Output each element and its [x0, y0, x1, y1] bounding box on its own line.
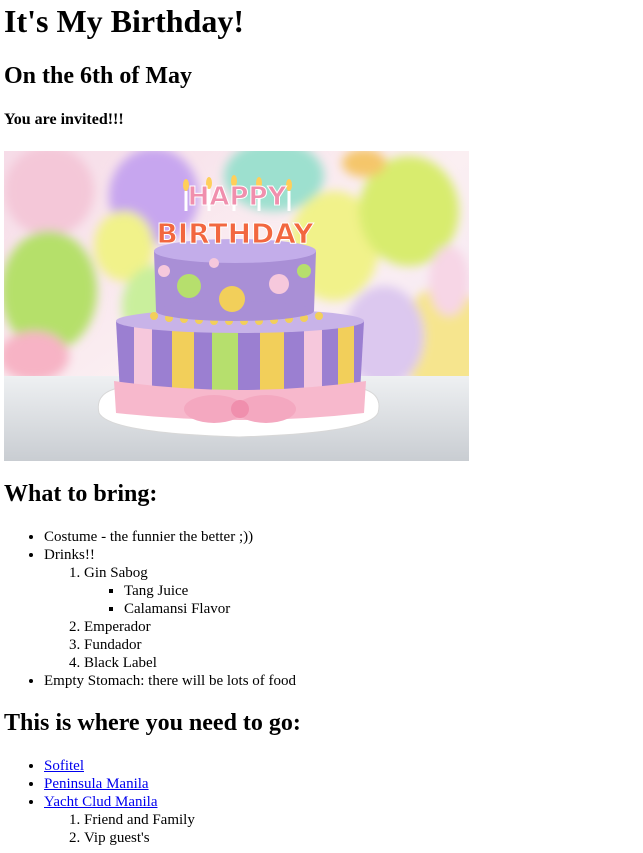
list-item: Peninsula Manila	[44, 775, 639, 793]
list-item: Costume - the funnier the better ;))	[44, 528, 639, 546]
where-to-go-heading: This is where you need to go:	[4, 710, 301, 736]
list-item: Vip guest's	[84, 829, 639, 847]
gin-mixers-list: Tang Juice Calamansi Flavor	[84, 582, 639, 618]
guests-list: Friend and Family Vip guest's	[44, 811, 639, 847]
link-sofitel[interactable]: Sofitel	[44, 758, 84, 774]
link-peninsula-manila[interactable]: Peninsula Manila	[44, 776, 149, 792]
list-item: Gin Sabog Tang Juice Calamansi Flavor	[84, 564, 639, 618]
list-item: Black Label	[84, 654, 639, 672]
happy-candle-letters: HAPPY	[188, 182, 288, 212]
drinks-list: Gin Sabog Tang Juice Calamansi Flavor Em…	[44, 564, 639, 672]
list-item: Yacht Clud Manila Friend and Family Vip …	[44, 793, 639, 847]
places-list: Sofitel Peninsula Manila Yacht Clud Mani…	[4, 757, 639, 847]
list-item: Emperador	[84, 618, 639, 636]
bring-list: Costume - the funnier the better ;)) Dri…	[4, 528, 639, 690]
list-item: Drinks!! Gin Sabog Tang Juice Calamansi …	[44, 546, 639, 672]
list-item: Tang Juice	[124, 582, 639, 600]
what-to-bring-heading: What to bring:	[4, 481, 158, 507]
page: It's My Birthday! On the 6th of May You …	[0, 0, 643, 847]
gin-label: Gin Sabog	[84, 565, 148, 581]
list-item: Friend and Family	[84, 811, 639, 829]
birthday-cake-image: HAPPY BIRTHDAY	[4, 151, 469, 461]
list-item: Fundador	[84, 636, 639, 654]
invite-text: You are invited!!!	[4, 111, 124, 128]
link-yacht-club-manila[interactable]: Yacht Clud Manila	[44, 794, 157, 810]
list-item: Empty Stomach: there will be lots of foo…	[44, 672, 639, 690]
list-item: Calamansi Flavor	[124, 600, 639, 618]
page-title: It's My Birthday!	[4, 3, 244, 39]
event-date: On the 6th of May	[4, 63, 192, 89]
drinks-label: Drinks!!	[44, 547, 95, 563]
list-item: Sofitel	[44, 757, 639, 775]
birthday-candle-letters: BIRTHDAY	[156, 217, 314, 250]
